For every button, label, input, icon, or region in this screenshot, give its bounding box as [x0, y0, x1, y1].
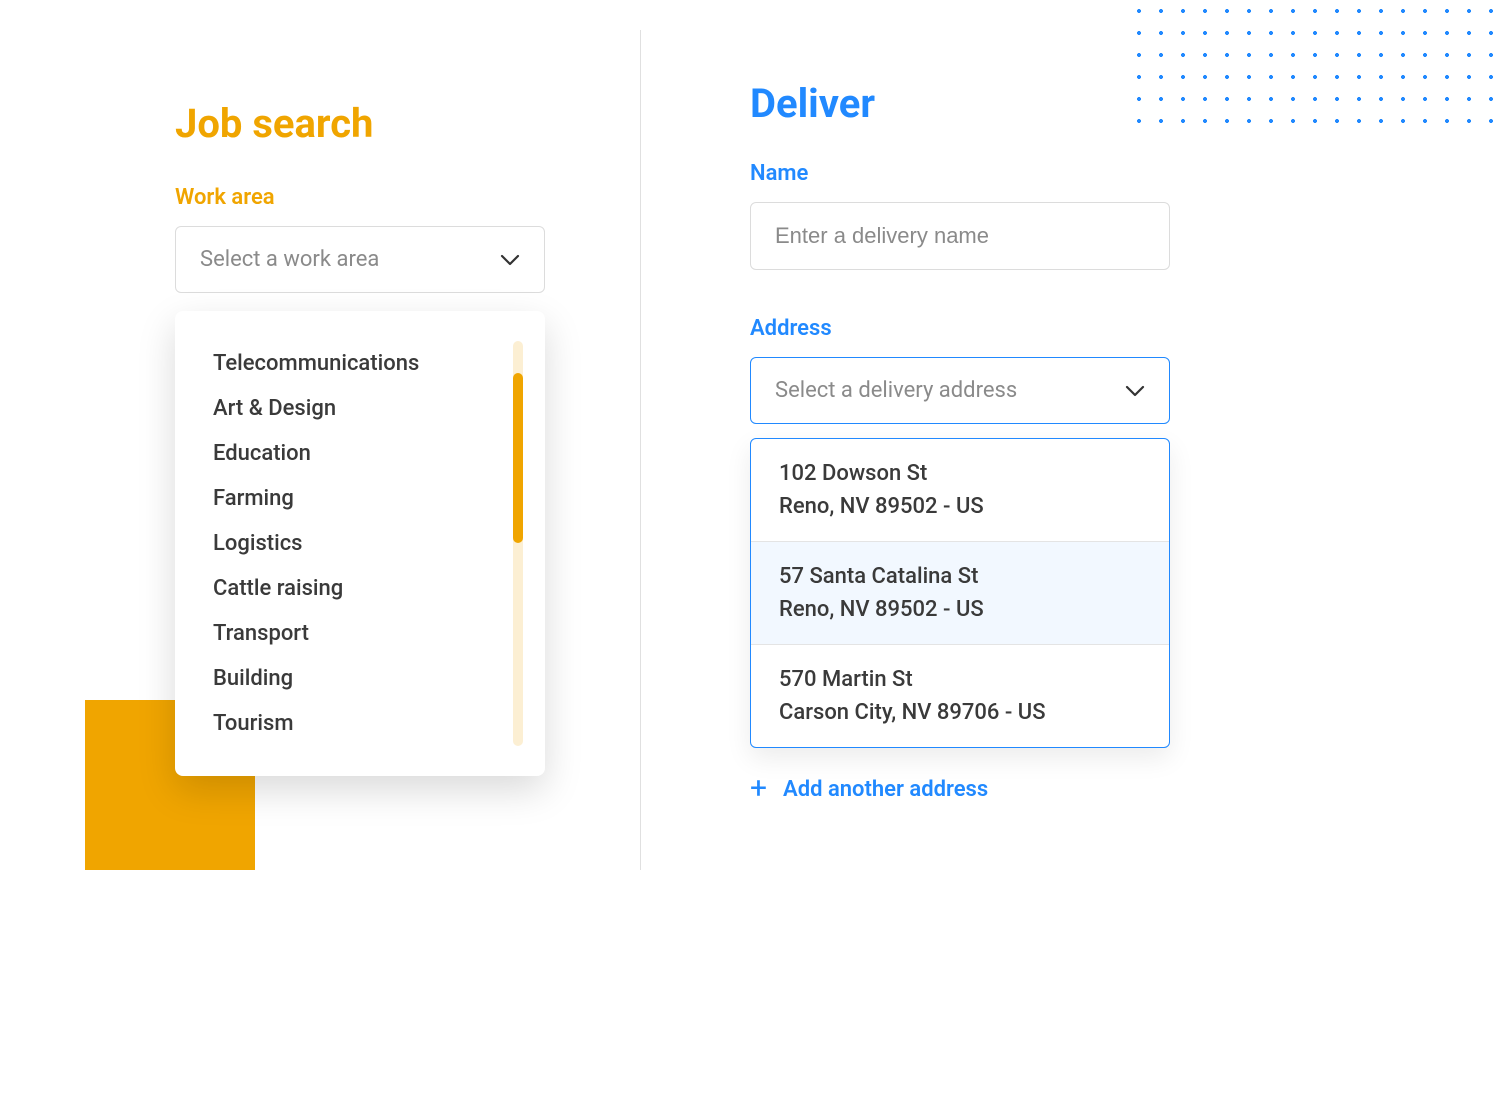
dropdown-option[interactable]: Logistics [175, 521, 537, 566]
address-label: Address [750, 316, 1170, 341]
address-select[interactable]: Select a delivery address [750, 357, 1170, 424]
address-dropdown: 102 Dowson St Reno, NV 89502 - US 57 San… [750, 438, 1170, 748]
work-area-select[interactable]: Select a work area [175, 226, 545, 293]
dropdown-option[interactable]: Cattle raising [175, 566, 537, 611]
address-option[interactable]: 102 Dowson St Reno, NV 89502 - US [751, 439, 1169, 542]
work-area-dropdown: Telecommunications Art & Design Educatio… [175, 311, 545, 776]
dropdown-option[interactable]: Art & Design [175, 386, 537, 431]
address-line1: 57 Santa Catalina St [779, 564, 1141, 589]
dropdown-option[interactable]: Transport [175, 611, 537, 656]
address-placeholder: Select a delivery address [775, 378, 1017, 403]
work-area-label: Work area [175, 185, 545, 210]
address-line2: Reno, NV 89502 - US [779, 597, 1141, 622]
decorative-dot-pattern [1120, 0, 1500, 140]
add-address-button[interactable]: + Add another address [750, 774, 1170, 804]
work-area-placeholder: Select a work area [200, 247, 379, 272]
dropdown-option[interactable]: Education [175, 431, 537, 476]
delivery-name-input[interactable] [750, 202, 1170, 270]
vertical-divider [640, 30, 641, 870]
name-label: Name [750, 161, 1170, 186]
address-option[interactable]: 57 Santa Catalina St Reno, NV 89502 - US [751, 542, 1169, 645]
job-search-title: Job search [175, 100, 545, 147]
deliver-title: Deliver [750, 80, 1170, 127]
plus-icon: + [750, 774, 767, 804]
dropdown-option[interactable]: Tourism [175, 701, 537, 746]
dropdown-option[interactable]: Telecommunications [175, 341, 537, 386]
address-option[interactable]: 570 Martin St Carson City, NV 89706 - US [751, 645, 1169, 747]
address-line1: 102 Dowson St [779, 461, 1141, 486]
scrollbar-thumb[interactable] [513, 373, 523, 543]
address-line2: Reno, NV 89502 - US [779, 494, 1141, 519]
address-line1: 570 Martin St [779, 667, 1141, 692]
chevron-down-icon [1125, 385, 1145, 397]
dropdown-option[interactable]: Farming [175, 476, 537, 521]
add-address-label: Add another address [783, 777, 988, 802]
address-line2: Carson City, NV 89706 - US [779, 700, 1141, 725]
dropdown-option[interactable]: Building [175, 656, 537, 701]
deliver-panel: Deliver Name Address Select a delivery a… [750, 80, 1170, 804]
job-search-panel: Job search Work area Select a work area … [175, 100, 545, 776]
chevron-down-icon [500, 254, 520, 266]
